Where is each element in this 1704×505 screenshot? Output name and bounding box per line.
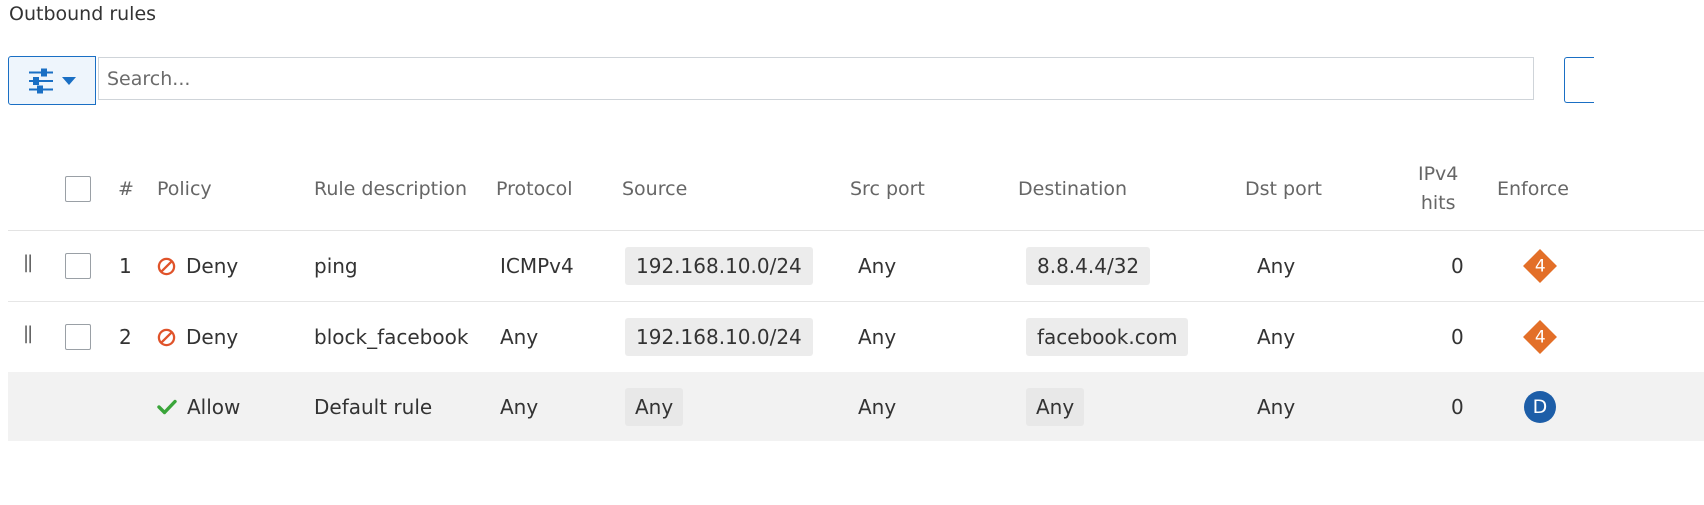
src-port: Any: [858, 394, 897, 419]
enforce-badge: 4: [1523, 231, 1557, 301]
rule-description: ping: [314, 254, 358, 278]
column-header-source[interactable]: Source: [622, 148, 687, 230]
policy-label: Allow: [187, 394, 241, 419]
enforce-badge-label: 4: [1534, 326, 1546, 347]
drag-handle-icon[interactable]: ||: [23, 227, 33, 297]
policy-cell: Allow: [157, 372, 240, 441]
dst-port: Any: [1257, 325, 1296, 349]
filter-button[interactable]: [8, 56, 96, 105]
deny-icon: [157, 328, 176, 346]
table-row[interactable]: || 1 Deny ping ICMPv4 192.168.10.0/24 An…: [8, 231, 1704, 302]
caret-down-icon: [62, 76, 76, 85]
enforce-diamond-icon: 4: [1523, 320, 1557, 354]
rule-description: block_facebook: [314, 325, 469, 349]
source-tag: Any: [625, 387, 684, 426]
column-header-protocol[interactable]: Protocol: [496, 148, 573, 230]
check-icon: [157, 399, 177, 414]
destination-cell: 8.8.4.4/32: [1026, 231, 1151, 301]
ipv4-hits: 0: [1451, 254, 1464, 278]
policy-label: Deny: [186, 254, 239, 278]
toolbar-button-partial[interactable]: [1564, 57, 1594, 103]
drag-handle-icon[interactable]: ||: [23, 298, 33, 368]
row-select-cell: [65, 231, 91, 301]
column-header-ipv4-hits-line1: IPv4: [1418, 163, 1459, 185]
source-cell: 192.168.10.0/24: [625, 231, 813, 301]
enforce-badge: D: [1524, 372, 1556, 441]
column-header-destination[interactable]: Destination: [1018, 148, 1127, 230]
source-tag: 192.168.10.0/24: [625, 318, 813, 356]
dst-port: Any: [1257, 394, 1296, 419]
row-checkbox[interactable]: [65, 324, 91, 350]
rule-number: 2: [119, 325, 132, 349]
table-row[interactable]: || 2 Deny block_facebook Any 192.168.10.…: [8, 302, 1704, 373]
row-select-cell: [65, 302, 91, 372]
sliders-icon: [29, 68, 53, 93]
destination-cell: Any: [1026, 372, 1085, 441]
ipv4-hits: 0: [1451, 394, 1464, 419]
deny-icon: [157, 257, 176, 275]
src-port: Any: [858, 254, 897, 278]
row-checkbox[interactable]: [65, 253, 91, 279]
column-header-number[interactable]: #: [118, 148, 134, 230]
column-header-rule-description[interactable]: Rule description: [314, 148, 467, 230]
destination-tag: Any: [1026, 387, 1085, 426]
destination-tag: 8.8.4.4/32: [1026, 247, 1151, 285]
rule-number: 1: [119, 254, 132, 278]
source-cell: Any: [625, 372, 684, 441]
policy-label: Deny: [186, 325, 239, 349]
select-all-checkbox[interactable]: [65, 176, 91, 202]
protocol: ICMPv4: [500, 254, 574, 278]
enforce-default-icon: D: [1524, 390, 1556, 423]
column-header-policy[interactable]: Policy: [157, 148, 212, 230]
enforce-badge-label: D: [1532, 395, 1548, 418]
enforce-diamond-icon: 4: [1523, 249, 1557, 283]
column-header-ipv4-hits-line2: hits: [1420, 192, 1456, 214]
destination-tag: facebook.com: [1026, 318, 1189, 356]
column-header-dst-port[interactable]: Dst port: [1245, 148, 1322, 230]
column-header-enforce[interactable]: Enforce: [1497, 148, 1569, 230]
destination-cell: facebook.com: [1026, 302, 1189, 372]
table-row-default[interactable]: Allow Default rule Any Any Any Any Any 0…: [8, 372, 1704, 441]
dst-port: Any: [1257, 254, 1296, 278]
select-all-cell: [65, 148, 91, 230]
protocol: Any: [500, 394, 539, 419]
src-port: Any: [858, 325, 897, 349]
ipv4-hits: 0: [1451, 325, 1464, 349]
column-header-ipv4-hits[interactable]: IPv4 hits: [1418, 148, 1458, 230]
search-input[interactable]: [98, 57, 1534, 100]
source-tag: 192.168.10.0/24: [625, 247, 813, 285]
protocol: Any: [500, 325, 539, 349]
policy-cell: Deny: [157, 302, 238, 372]
policy-cell: Deny: [157, 231, 238, 301]
table-header: # Policy Rule description Protocol Sourc…: [8, 148, 1704, 231]
column-header-src-port[interactable]: Src port: [850, 148, 925, 230]
page-title: Outbound rules: [9, 3, 157, 25]
enforce-badge: 4: [1523, 302, 1557, 372]
source-cell: 192.168.10.0/24: [625, 302, 813, 372]
enforce-badge-label: 4: [1534, 255, 1546, 276]
rule-description: Default rule: [314, 394, 433, 419]
